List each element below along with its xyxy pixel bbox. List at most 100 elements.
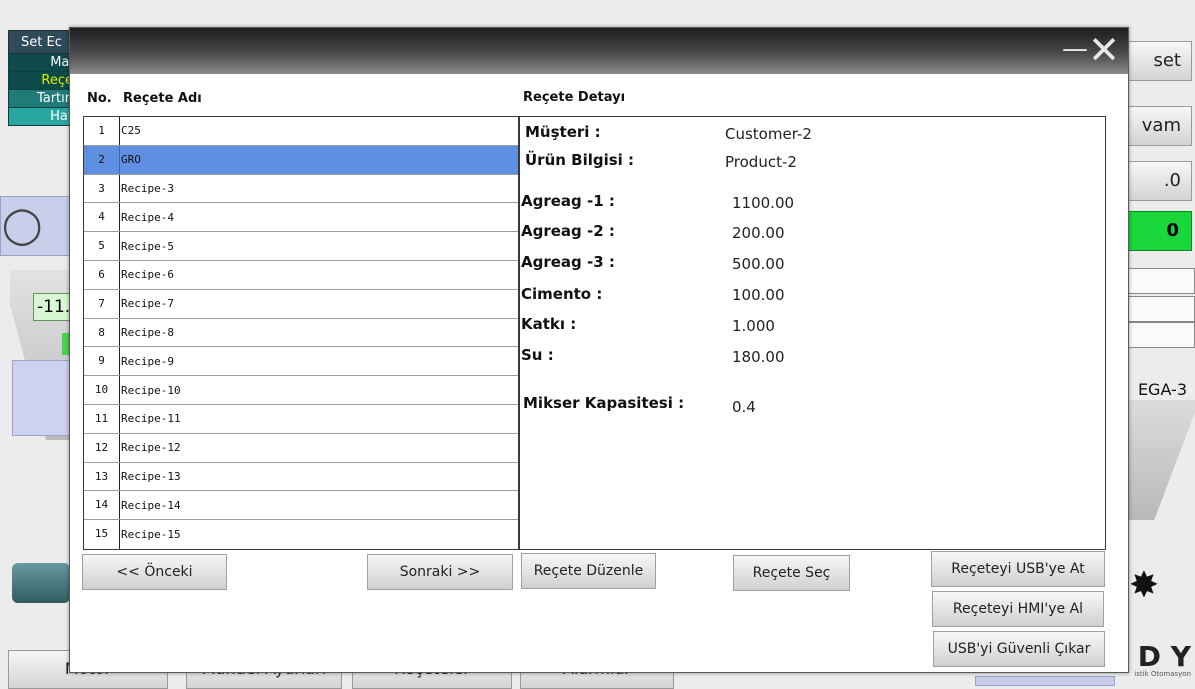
recipe-number: 11 — [84, 404, 120, 433]
recipe-name: Recipe-14 — [121, 498, 181, 512]
menu-item-malzeme[interactable]: Mal — [8, 54, 78, 72]
recipe-row[interactable]: 9 Recipe-9 — [84, 347, 518, 377]
recipe-name: Recipe-8 — [121, 325, 174, 339]
product-label: Ürün Bilgisi : — [525, 151, 635, 169]
recipe-row[interactable]: 10 Recipe-10 — [84, 376, 518, 405]
fan-icon: ✸ — [1128, 565, 1159, 606]
recipe-row[interactable]: 7 Recipe-7 — [84, 289, 518, 319]
import-to-hmi-button[interactable]: Reçeteyi HMI'ye Al — [932, 591, 1104, 627]
recipe-number: 9 — [84, 347, 120, 376]
recipe-number: 6 — [84, 260, 120, 289]
recipe-number: 3 — [84, 174, 120, 203]
details-header: Reçete Detayı — [523, 90, 626, 105]
recipe-row[interactable]: 6 Recipe-6 — [84, 260, 518, 290]
agreag1-label: Agreag -1 : — [521, 192, 615, 210]
silo-hopper-right — [1127, 400, 1195, 520]
product-value: Product-2 — [725, 153, 797, 171]
recipe-details-panel: Müşteri : Customer-2 Ürün Bilgisi : Prod… — [519, 116, 1106, 550]
recipe-name: Recipe-12 — [121, 441, 181, 455]
recipe-row[interactable]: 3 Recipe-3 — [84, 174, 518, 204]
motor-icon — [12, 563, 70, 603]
devam-button[interactable]: vam — [1126, 106, 1192, 146]
pump-icon: ◯ — [2, 205, 43, 246]
weight-display: -11. — [33, 293, 73, 321]
cimento-label: Cimento : — [521, 285, 603, 303]
recipe-row[interactable]: 4 Recipe-4 — [84, 203, 518, 233]
recipe-number: 8 — [84, 318, 120, 347]
recipe-name: C25 — [121, 124, 141, 138]
recipe-list: 1 C25 2 GRO 3 Recipe-3 4 Recipe-4 5 Recipe-5 6 Reci… — [83, 116, 519, 550]
recipe-name: Recipe-4 — [121, 210, 174, 224]
company-logo: D Y — [1137, 640, 1191, 673]
reset-button[interactable]: set — [1126, 41, 1192, 81]
recipe-number: 2 — [84, 145, 120, 174]
recipe-number: 7 — [84, 289, 120, 318]
recipe-number: 13 — [84, 462, 120, 491]
customer-value: Customer-2 — [725, 125, 812, 143]
close-icon[interactable]: ✕ — [1088, 28, 1120, 72]
recipe-row[interactable]: 11 Recipe-11 — [84, 404, 518, 434]
select-recipe-button[interactable]: Reçete Seç — [733, 555, 850, 591]
background-field-2 — [1127, 296, 1195, 322]
recipe-number: 14 — [84, 491, 120, 520]
recipe-number: 1 — [84, 117, 120, 145]
mikser-value: 0.4 — [732, 398, 756, 416]
recipe-name: Recipe-6 — [121, 268, 174, 282]
eject-usb-button[interactable]: USB'yi Güvenli Çıkar — [933, 631, 1105, 667]
recipe-row[interactable]: 8 Recipe-8 — [84, 318, 518, 348]
recipe-name: Recipe-7 — [121, 297, 174, 311]
next-button[interactable]: Sonraki >> — [367, 554, 513, 590]
recipe-row[interactable]: 14 Recipe-14 — [84, 491, 518, 521]
agreag3-label: Agreag -3 : — [521, 253, 615, 271]
agreag1-value: 1100.00 — [732, 194, 795, 212]
recipe-name: Recipe-13 — [121, 469, 181, 483]
menu-item-recete[interactable]: Reçe — [8, 72, 78, 90]
mikser-label: Mikser Kapasitesi : — [523, 394, 685, 412]
cimento-value: 100.00 — [732, 286, 785, 304]
agreag3-value: 500.00 — [732, 255, 785, 273]
recipe-number: 10 — [84, 376, 120, 404]
company-logo-text: istik Otomasyon — [1134, 670, 1191, 678]
recipe-number: 12 — [84, 433, 120, 462]
background-field-3 — [1127, 322, 1195, 348]
background-field-1 — [1127, 268, 1195, 294]
katki-label: Katkı : — [521, 315, 577, 333]
export-to-usb-button[interactable]: Reçeteyi USB'ye At — [931, 551, 1105, 587]
column-header-name: Reçete Adı — [123, 91, 202, 106]
recipe-name: GRO — [121, 153, 141, 167]
katki-value: 1.000 — [732, 317, 775, 335]
minimize-icon[interactable]: — — [1062, 34, 1088, 64]
dialog-titlebar: — ✕ — [70, 28, 1128, 74]
recipe-number: 5 — [84, 232, 120, 260]
previous-button[interactable]: << Önceki — [82, 554, 227, 590]
recipe-row[interactable]: 2 GRO — [84, 145, 518, 175]
menu-item-hata[interactable]: Hat — [8, 108, 78, 126]
menu-header: Set Ec — [8, 30, 78, 54]
recipe-row[interactable]: 15 Recipe-15 — [84, 520, 518, 549]
agreag2-label: Agreag -2 : — [521, 222, 615, 240]
hopper-bin — [12, 360, 70, 436]
recipe-row[interactable]: 12 Recipe-12 — [84, 433, 518, 463]
recipe-dialog: — ✕ No. Reçete Adı Reçete Detayı 1 C25 2 GR… — [69, 27, 1129, 673]
tab-indicator — [975, 676, 1115, 686]
status-green-box: 0 — [1126, 211, 1192, 251]
recipe-name: Recipe-11 — [121, 412, 181, 426]
recipe-name: Recipe-3 — [121, 181, 174, 195]
recipe-number: 4 — [84, 203, 120, 232]
recipe-row[interactable]: 13 Recipe-13 — [84, 462, 518, 492]
recipe-row[interactable]: 5 Recipe-5 — [84, 232, 518, 261]
agreag2-value: 200.00 — [732, 224, 785, 242]
recipe-row[interactable]: 1 C25 — [84, 117, 518, 146]
value-button[interactable]: .0 — [1126, 161, 1192, 201]
recipe-number: 15 — [84, 520, 120, 549]
menu-item-tartim[interactable]: Tartın — [8, 90, 78, 108]
su-value: 180.00 — [732, 348, 785, 366]
recipe-name: Recipe-5 — [121, 239, 174, 253]
background-menu: Set Ec Mal Reçe Tartın Hat — [8, 30, 78, 126]
edit-recipe-button[interactable]: Reçete Düzenle — [521, 553, 656, 589]
recipe-name: Recipe-9 — [121, 354, 174, 368]
recipe-name: Recipe-15 — [121, 528, 181, 542]
customer-label: Müşteri : — [525, 123, 601, 141]
recipe-name: Recipe-10 — [121, 383, 181, 397]
su-label: Su : — [521, 346, 554, 364]
